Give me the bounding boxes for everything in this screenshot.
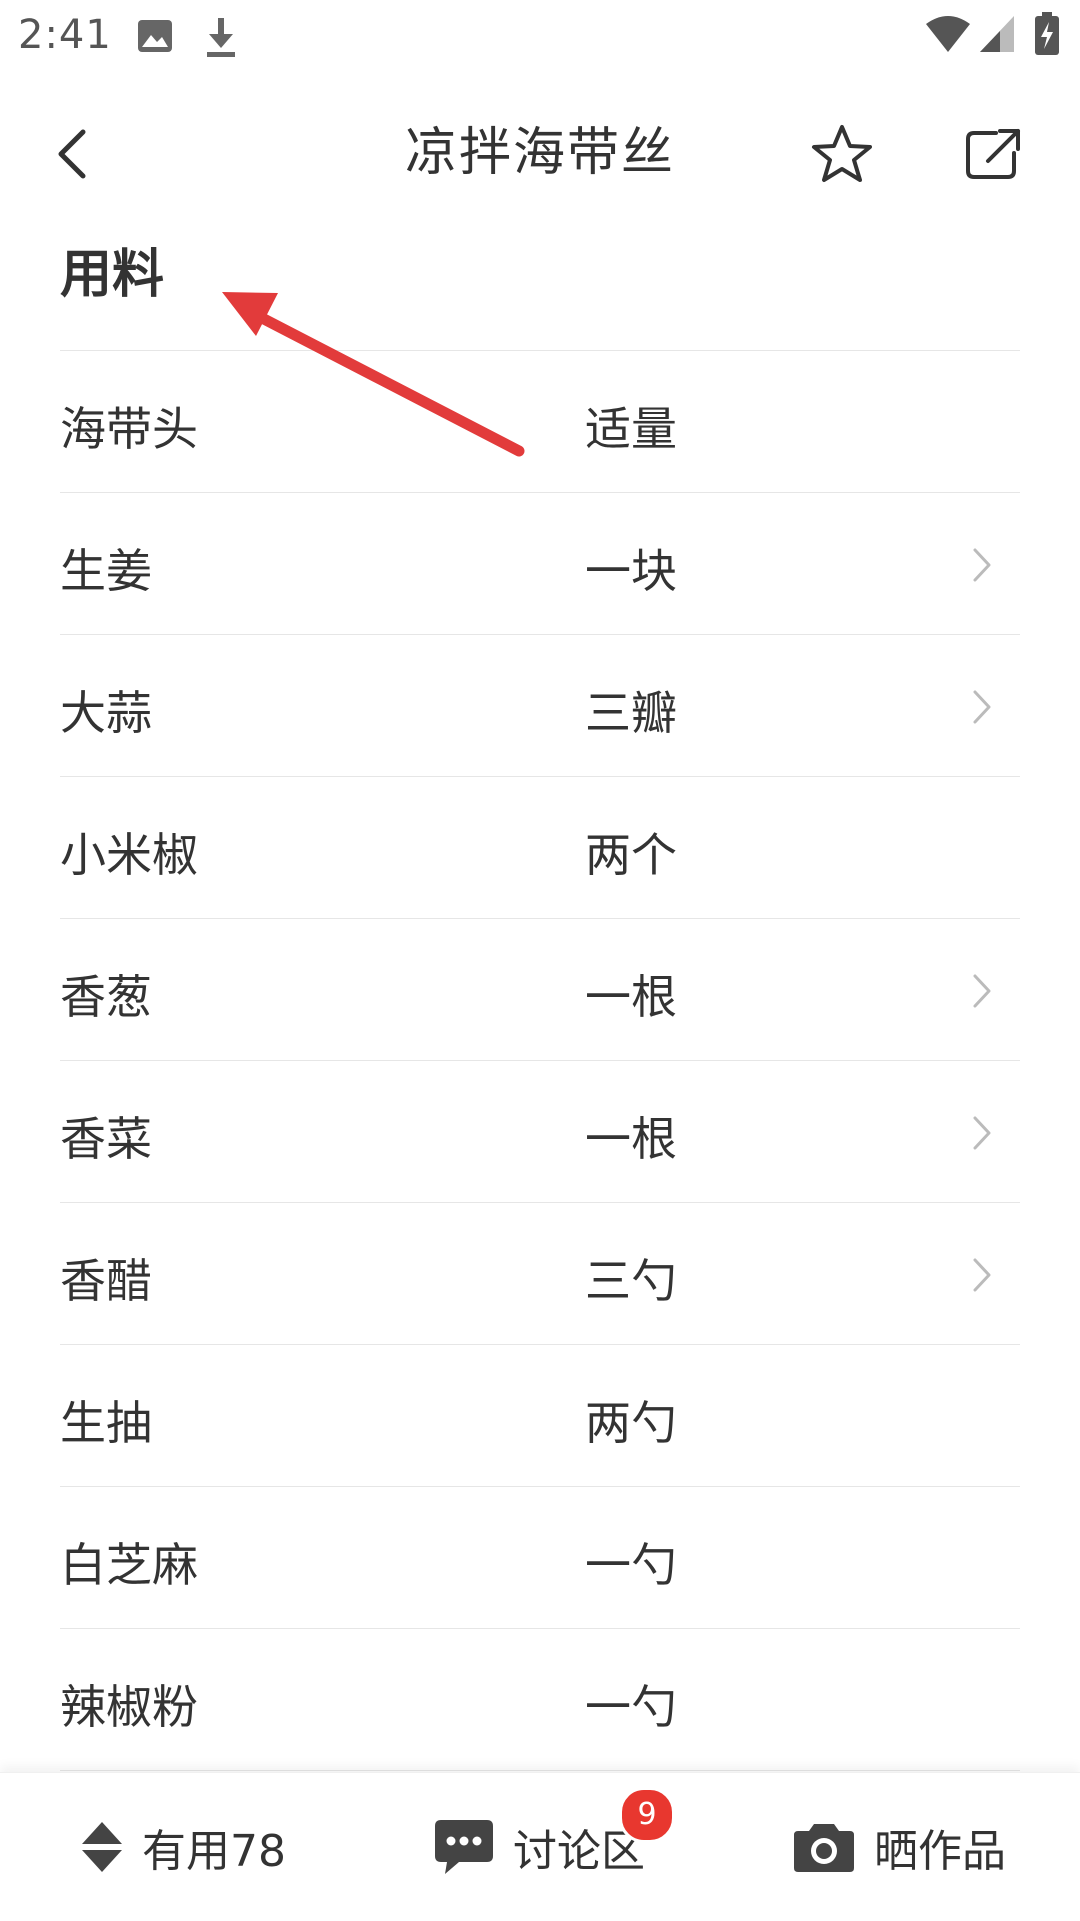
ingredient-row[interactable]: 香醋 三勺 — [60, 1203, 1020, 1345]
ingredient-row: 辣椒粉 一勺 — [60, 1629, 1020, 1771]
ingredient-name: 香醋 — [60, 1254, 152, 1308]
ingredient-amount: 一块 — [585, 544, 677, 598]
ingredient-row[interactable]: 大蒜 三瓣 — [60, 635, 1020, 777]
share-button[interactable] — [953, 114, 1033, 194]
useful-label: 有用78 — [142, 1826, 286, 1877]
ingredient-row[interactable]: 香菜 一根 — [60, 1061, 1020, 1203]
ingredient-name: 海带头 — [60, 402, 198, 456]
wifi-icon — [926, 16, 970, 52]
chevron-right-icon — [973, 690, 991, 724]
signal-icon — [980, 16, 1014, 52]
discussion-button[interactable]: 讨论区 9 — [433, 1773, 675, 1921]
ingredient-amount: 两个 — [585, 828, 677, 882]
download-icon — [207, 18, 235, 57]
ingredient-row[interactable]: 香葱 一根 — [60, 919, 1020, 1061]
ingredient-name: 白芝麻 — [60, 1538, 198, 1592]
chevron-right-icon — [973, 1116, 991, 1150]
showcase-label: 晒作品 — [874, 1826, 1006, 1877]
ingredient-amount: 一根 — [585, 1112, 677, 1166]
status-time: 2:41 — [18, 12, 112, 58]
ingredient-amount: 一勺 — [585, 1538, 677, 1592]
ingredient-row: 白芝麻 一勺 — [60, 1487, 1020, 1629]
ingredient-name: 生抽 — [60, 1396, 152, 1450]
useful-button[interactable]: 有用78 — [80, 1773, 286, 1921]
ingredient-amount: 一勺 — [585, 1680, 677, 1734]
star-icon — [812, 125, 872, 182]
bottom-bar: 有用78 讨论区 9 晒作品 — [0, 1772, 1080, 1921]
page-title: 凉拌海带丝 — [404, 123, 675, 183]
ingredient-row: 小米椒 两个 — [60, 777, 1020, 919]
vote-icon — [82, 1822, 122, 1872]
ingredient-name: 辣椒粉 — [60, 1680, 198, 1734]
camera-icon — [794, 1824, 854, 1872]
section-title: 用料 — [60, 245, 165, 305]
ingredient-list: 海带头 适量 生姜 一块 大蒜 三瓣 小米椒 两个 香葱 一根 香菜 一根 香醋 三勺 生抽 两勺 白芝麻 一勺辣… — [60, 350, 1020, 1771]
chat-icon — [435, 1820, 493, 1874]
ingredient-amount: 两勺 — [585, 1396, 677, 1450]
chevron-right-icon — [973, 1258, 991, 1292]
ingredient-amount: 三勺 — [585, 1254, 677, 1308]
status-bar: 2:41 — [0, 0, 1080, 74]
chevron-right-icon — [973, 548, 991, 582]
ingredient-name: 小米椒 — [60, 828, 198, 882]
ingredient-name: 香菜 — [60, 1112, 152, 1166]
ingredient-row[interactable]: 生姜 一块 — [60, 493, 1020, 635]
header: 凉拌海带丝 — [0, 74, 1080, 224]
ingredient-amount: 三瓣 — [585, 686, 677, 740]
chevron-right-icon — [973, 974, 991, 1008]
image-icon — [138, 20, 172, 52]
ingredient-amount: 一根 — [585, 970, 677, 1024]
showcase-button[interactable]: 晒作品 — [792, 1773, 1006, 1921]
share-icon — [966, 129, 1020, 179]
ingredient-name: 生姜 — [60, 544, 152, 598]
battery-charging-icon — [1035, 12, 1059, 55]
discussion-count-badge: 9 — [619, 1787, 675, 1843]
ingredient-row: 海带头 适量 — [60, 351, 1020, 493]
ingredient-row: 生抽 两勺 — [60, 1345, 1020, 1487]
ingredient-name: 香葱 — [60, 970, 152, 1024]
ingredient-name: 大蒜 — [60, 686, 152, 740]
favorite-button[interactable] — [802, 114, 882, 194]
ingredient-amount: 适量 — [585, 402, 677, 456]
